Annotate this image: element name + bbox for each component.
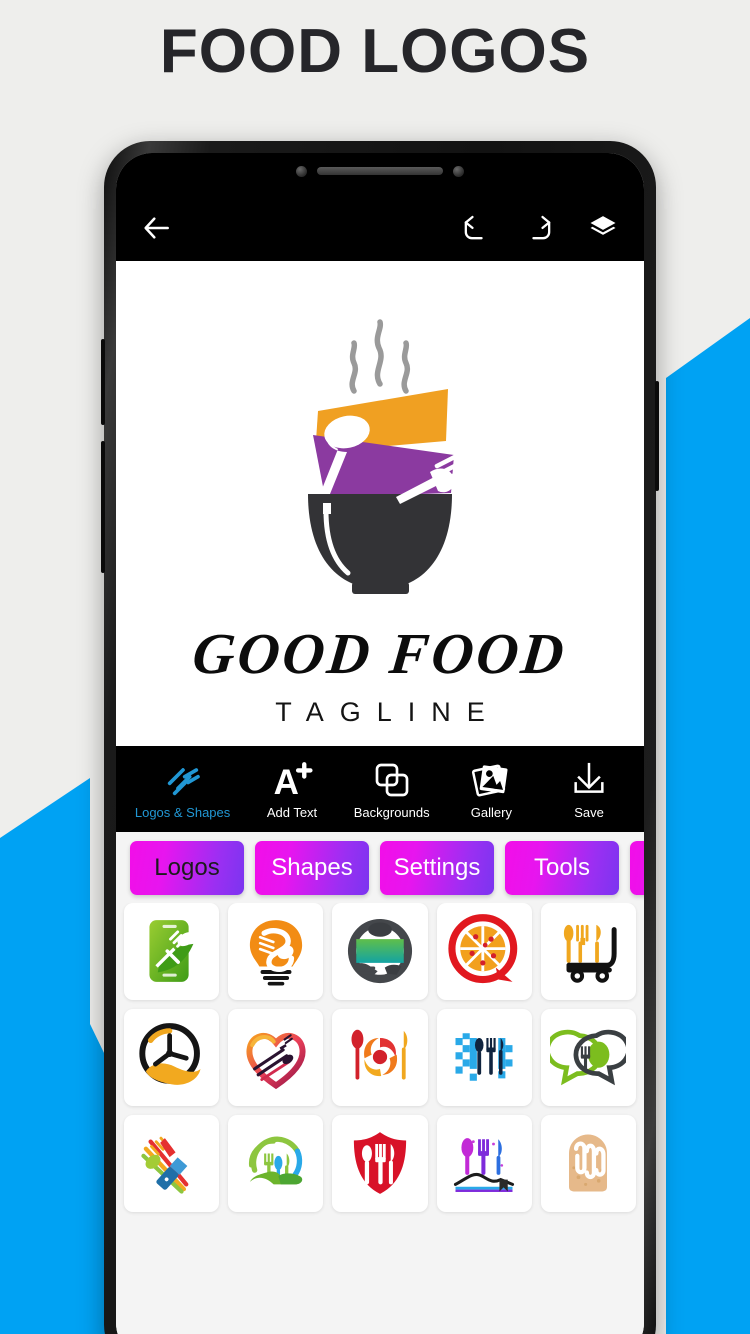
brand-tagline-text[interactable]: TAGLINE bbox=[259, 697, 501, 728]
brand-name-text[interactable]: GOOD FOOD bbox=[190, 621, 570, 686]
redo-icon[interactable] bbox=[520, 209, 558, 247]
logo-item-hand-circle-cutlery[interactable] bbox=[228, 1114, 324, 1212]
hand-circle-cutlery-logo bbox=[248, 1136, 303, 1185]
add-text-icon: A bbox=[271, 758, 313, 802]
shield-cutlery-logo bbox=[353, 1132, 407, 1194]
page-title: FOOD LOGOS bbox=[159, 17, 591, 86]
logo-item-spoon-swirl-knife[interactable] bbox=[332, 1008, 428, 1106]
logo-item-clock-egg[interactable] bbox=[124, 1008, 220, 1106]
steaming-bowl-logo[interactable] bbox=[230, 289, 530, 619]
category-pill-eraser[interactable]: Eraser bbox=[630, 840, 644, 895]
speech-bubble-cutlery-logo bbox=[550, 1029, 627, 1086]
phone-side-button-volume-down bbox=[101, 441, 105, 573]
logo-grid-row bbox=[124, 902, 637, 1000]
category-pill-settings[interactable]: Settings bbox=[380, 840, 494, 895]
camera-dot-right bbox=[453, 165, 464, 177]
phone-fork-spoon-logo bbox=[149, 920, 195, 982]
logo-item-bread-toast[interactable] bbox=[540, 1114, 637, 1212]
logos-shapes-icon bbox=[163, 758, 203, 802]
clock-egg-logo bbox=[138, 1023, 201, 1085]
logo-grid-row bbox=[124, 1114, 637, 1212]
tool-label: Backgrounds bbox=[353, 804, 430, 820]
tool-save[interactable]: Save bbox=[553, 758, 625, 820]
save-download-icon bbox=[569, 758, 609, 802]
backgrounds-icon bbox=[372, 758, 412, 802]
tool-label: Logos & Shapes bbox=[134, 804, 231, 820]
logo-item-cutlery-cart[interactable] bbox=[540, 902, 637, 1000]
cutlery-book-logo bbox=[454, 1138, 515, 1192]
category-pill-bar[interactable]: Logos Shapes Settings Tools Eraser bbox=[116, 831, 644, 903]
logo-item-phone-fork-spoon[interactable] bbox=[124, 902, 220, 1000]
screenshot-root: FOOD LOGOS GOOD FOOD TAGLINE Logos & Sha… bbox=[0, 0, 750, 1334]
logo-item-handshake-plate[interactable] bbox=[332, 902, 428, 1000]
category-pill-tools[interactable]: Tools bbox=[505, 840, 619, 895]
tool-gallery[interactable]: Gallery bbox=[455, 758, 527, 820]
logo-grid-row bbox=[124, 1008, 637, 1106]
logo-item-heart-cutlery[interactable] bbox=[228, 1008, 324, 1106]
gallery-icon bbox=[471, 758, 511, 802]
category-pill-shapes[interactable]: Shapes bbox=[255, 840, 369, 895]
bread-toast-logo bbox=[569, 1134, 608, 1192]
spoon-swirl-knife-logo bbox=[351, 1029, 408, 1080]
logo-item-paintbrush-cutlery[interactable] bbox=[124, 1114, 220, 1212]
paintbrush-cutlery-logo bbox=[140, 1136, 188, 1194]
tool-add-text[interactable]: A Add Text bbox=[256, 758, 328, 820]
phone-mockup: GOOD FOOD TAGLINE Logos & Shapes A Add T… bbox=[101, 141, 659, 1334]
logo-item-cutlery-book[interactable] bbox=[436, 1114, 532, 1212]
cutlery-cart-logo bbox=[564, 924, 618, 983]
category-pill-logos[interactable]: Logos bbox=[130, 840, 244, 895]
qr-cutlery-logo bbox=[455, 1033, 513, 1081]
tool-label: Save bbox=[574, 804, 604, 820]
tool-label: Add Text bbox=[266, 804, 318, 820]
back-arrow-icon[interactable] bbox=[138, 209, 176, 247]
camera-dot-left bbox=[296, 165, 307, 177]
pizza-q-logo bbox=[448, 914, 518, 984]
svg-text:A: A bbox=[274, 763, 299, 801]
undo-icon[interactable] bbox=[456, 209, 494, 247]
phone-side-button-volume-up bbox=[101, 339, 105, 425]
phone-screen: GOOD FOOD TAGLINE Logos & Shapes A Add T… bbox=[116, 153, 644, 1334]
logo-item-pizza-q[interactable] bbox=[436, 902, 532, 1000]
tool-backgrounds[interactable]: Backgrounds bbox=[354, 758, 430, 820]
app-ui: GOOD FOOD TAGLINE Logos & Shapes A Add T… bbox=[116, 153, 644, 1334]
phone-notch bbox=[262, 153, 498, 189]
logo-item-lightbulb-fork-spoon[interactable] bbox=[228, 902, 324, 1000]
layers-icon[interactable] bbox=[584, 209, 622, 247]
app-bottom-toolbar: Logos & Shapes A Add Text Backgrounds Ga… bbox=[116, 745, 644, 832]
heart-cutlery-logo bbox=[246, 1032, 306, 1090]
handshake-plate-logo bbox=[347, 918, 413, 984]
logo-item-speech-bubble-cutlery[interactable] bbox=[540, 1008, 637, 1106]
logo-item-shield-cutlery[interactable] bbox=[332, 1114, 428, 1212]
phone-side-button-power bbox=[655, 381, 659, 491]
logo-item-qr-cutlery[interactable] bbox=[436, 1008, 532, 1106]
logo-grid[interactable] bbox=[116, 902, 644, 1334]
design-canvas[interactable]: GOOD FOOD TAGLINE bbox=[116, 261, 644, 746]
tool-label: Gallery bbox=[470, 804, 512, 820]
tool-logos-shapes[interactable]: Logos & Shapes bbox=[135, 758, 230, 820]
earpiece-speaker bbox=[317, 167, 443, 175]
lightbulb-fork-spoon-logo bbox=[249, 920, 302, 986]
